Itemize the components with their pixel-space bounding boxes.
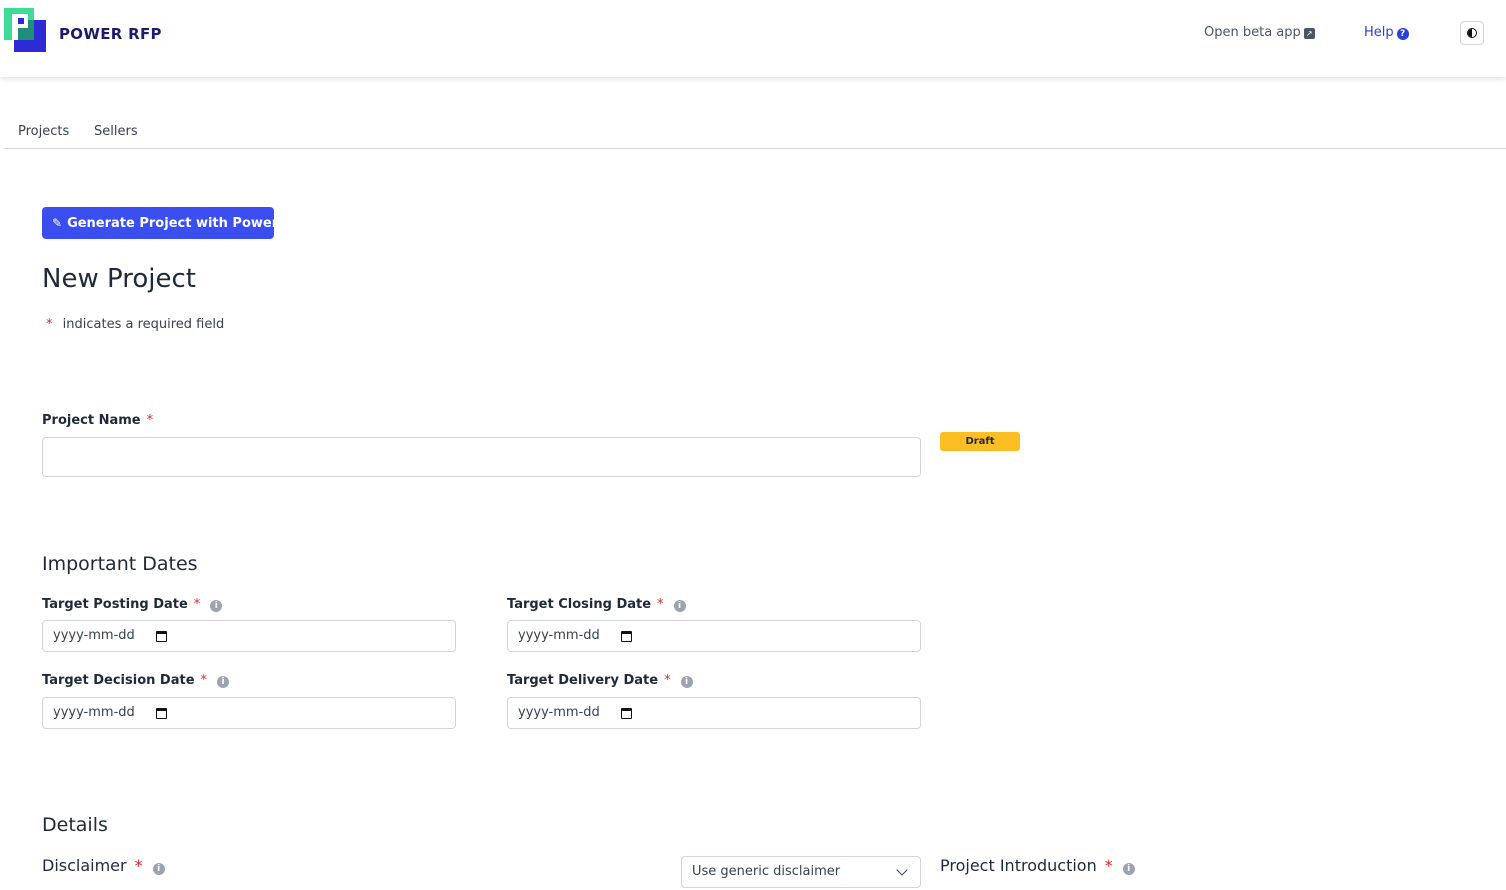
date-placeholder: yyyy-mm-dd xyxy=(53,628,135,643)
brand-name[interactable]: POWER RFP xyxy=(59,25,162,43)
status-badge: Draft xyxy=(940,432,1020,451)
info-icon[interactable]: i xyxy=(673,600,686,612)
help-label: Help xyxy=(1364,25,1394,40)
page-title: New Project xyxy=(42,264,196,294)
target-closing-date-input[interactable]: yyyy-mm-dd xyxy=(507,620,921,652)
target-delivery-date-label: Target Delivery Date * i xyxy=(507,673,693,688)
disclaimer-select-value: Use generic disclaimer xyxy=(692,864,841,879)
nav-item-sellers[interactable]: Sellers xyxy=(94,124,138,139)
required-marker: * xyxy=(200,673,208,688)
target-closing-date-label: Target Closing Date * i xyxy=(507,597,686,612)
required-marker: * xyxy=(134,856,143,875)
target-delivery-date-label-text: Target Delivery Date xyxy=(507,673,659,688)
date-placeholder: yyyy-mm-dd xyxy=(53,705,135,720)
target-closing-date-label-text: Target Closing Date xyxy=(507,597,652,612)
calendar-icon[interactable] xyxy=(156,708,167,719)
info-icon[interactable]: i xyxy=(210,600,223,612)
disclaimer-select[interactable]: Use generic disclaimer xyxy=(681,856,921,888)
disclaimer-label: Disclaimer * i xyxy=(42,856,165,875)
required-marker: * xyxy=(146,413,154,428)
required-note-text: indicates a required field xyxy=(62,317,225,332)
project-name-label: Project Name * xyxy=(42,413,153,428)
info-icon[interactable]: i xyxy=(217,676,230,688)
project-introduction-label: Project Introduction * i xyxy=(940,856,1135,875)
target-decision-date-label: Target Decision Date * i xyxy=(42,673,230,688)
generate-project-button[interactable]: ✎ Generate Project with Power AI xyxy=(42,207,298,239)
help-link[interactable]: Help? xyxy=(1364,25,1409,40)
help-icon: ? xyxy=(1396,28,1409,40)
details-heading: Details xyxy=(42,814,108,836)
chevron-down-icon xyxy=(896,864,908,876)
required-marker: * xyxy=(46,317,53,332)
calendar-icon[interactable] xyxy=(621,631,632,642)
target-decision-date-label-text: Target Decision Date xyxy=(42,673,195,688)
project-name-label-text: Project Name xyxy=(42,413,141,428)
nav-item-projects[interactable]: Projects xyxy=(18,124,69,139)
external-link-icon: ↗ xyxy=(1303,28,1315,39)
top-header: POWER RFP Open beta app ↗ Help? xyxy=(0,0,1506,77)
date-placeholder: yyyy-mm-dd xyxy=(518,705,600,720)
open-beta-app-link[interactable]: Open beta app ↗ xyxy=(1204,25,1315,40)
theme-toggle-button[interactable] xyxy=(1460,21,1484,45)
open-beta-app-label: Open beta app xyxy=(1204,25,1301,40)
required-marker: * xyxy=(664,673,671,688)
target-posting-date-label-text: Target Posting Date xyxy=(42,597,188,612)
info-icon[interactable]: i xyxy=(152,863,165,875)
target-posting-date-input[interactable]: yyyy-mm-dd xyxy=(42,620,456,652)
project-name-input[interactable] xyxy=(42,437,921,477)
calendar-icon[interactable] xyxy=(156,631,167,642)
required-marker: * xyxy=(1104,856,1113,875)
required-marker: * xyxy=(657,597,664,612)
date-placeholder: yyyy-mm-dd xyxy=(518,628,600,643)
required-marker: * xyxy=(193,597,201,612)
generate-project-label: Generate Project with Power AI xyxy=(67,215,298,231)
disclaimer-label-text: Disclaimer xyxy=(42,856,127,875)
magic-wand-icon: ✎ xyxy=(52,216,63,230)
project-introduction-label-text: Project Introduction xyxy=(940,856,1097,875)
power-rfp-logo[interactable] xyxy=(4,8,46,52)
contrast-icon xyxy=(1467,28,1477,38)
calendar-icon[interactable] xyxy=(621,708,632,719)
target-delivery-date-input[interactable]: yyyy-mm-dd xyxy=(507,697,921,729)
important-dates-heading: Important Dates xyxy=(42,553,198,575)
target-posting-date-label: Target Posting Date * i xyxy=(42,597,223,612)
info-icon[interactable]: i xyxy=(1122,863,1135,875)
target-decision-date-input[interactable]: yyyy-mm-dd xyxy=(42,697,456,729)
required-field-note: * indicates a required field xyxy=(46,317,224,332)
info-icon[interactable]: i xyxy=(680,676,693,688)
main-nav: Projects Sellers xyxy=(4,119,1506,149)
